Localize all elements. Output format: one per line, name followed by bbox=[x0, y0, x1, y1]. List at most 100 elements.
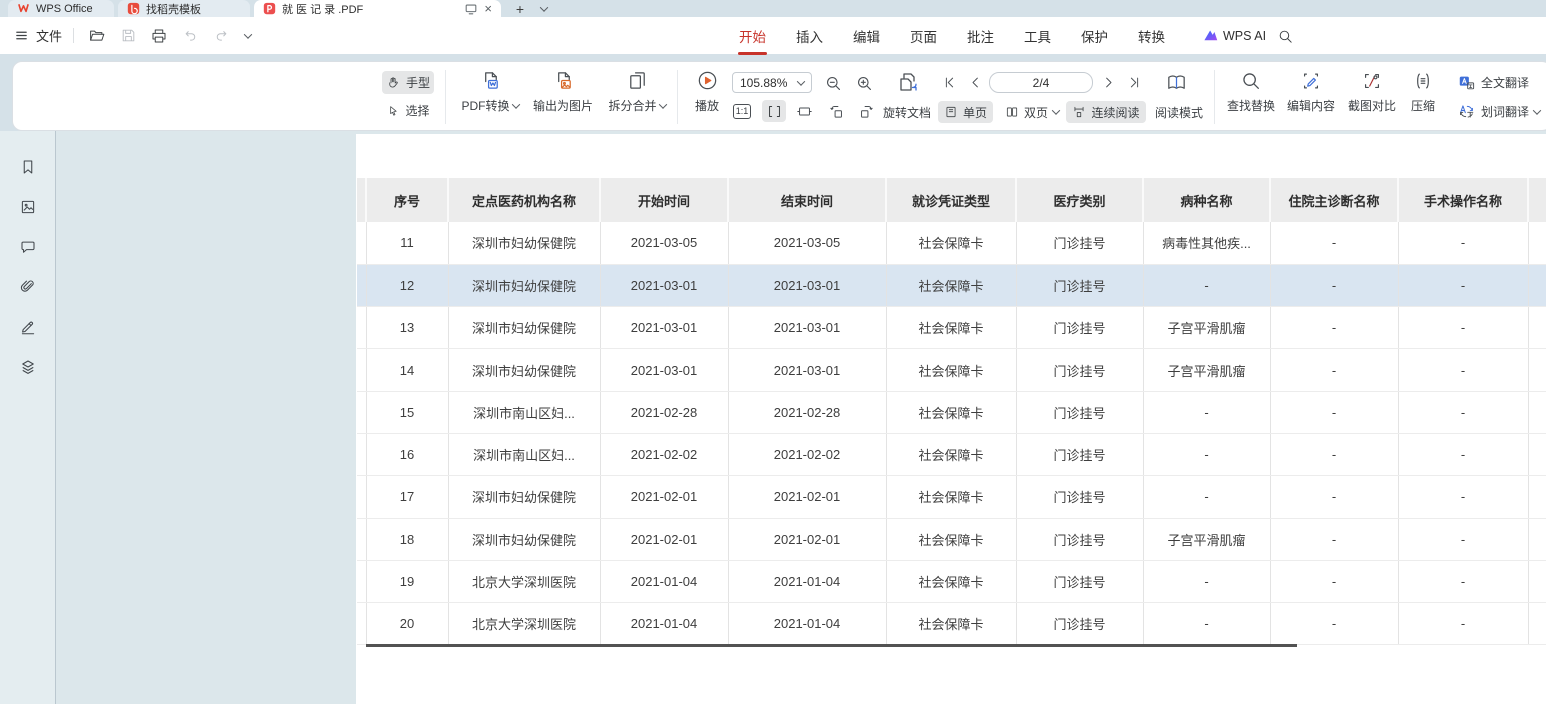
wps-logo-icon bbox=[17, 2, 30, 15]
read-mode-icon-button[interactable] bbox=[1163, 69, 1189, 95]
continuous-reading-button[interactable]: 连续阅读 bbox=[1066, 101, 1146, 123]
table-header-cell: 结束时间 bbox=[728, 178, 886, 222]
find-replace-button[interactable]: 查找替换 bbox=[1219, 70, 1283, 114]
table-cell: 2021-03-01 bbox=[600, 307, 728, 349]
zoom-out-button[interactable] bbox=[820, 71, 846, 95]
table-cell: 门诊挂号 bbox=[1016, 349, 1143, 391]
rotate-document-button[interactable] bbox=[895, 69, 921, 95]
table-bottom-border bbox=[366, 644, 1297, 647]
split-merge-button[interactable]: 拆分合并 bbox=[602, 69, 672, 114]
open-book-icon bbox=[1165, 71, 1188, 94]
double-page-label: 双页 bbox=[1024, 104, 1048, 121]
table-cell: 2021-03-05 bbox=[728, 222, 886, 264]
double-page-button[interactable]: 双页 bbox=[1001, 101, 1063, 123]
redo-icon bbox=[213, 27, 230, 44]
monitor-icon[interactable] bbox=[464, 2, 478, 16]
save-button[interactable] bbox=[116, 24, 140, 48]
tab-list-chevron-icon[interactable] bbox=[534, 0, 554, 17]
undo-button[interactable] bbox=[178, 24, 202, 48]
menu-item-convert[interactable]: 转换 bbox=[1138, 26, 1165, 46]
rotate-document-label[interactable]: 旋转文档 bbox=[877, 102, 937, 122]
last-page-button[interactable] bbox=[1124, 72, 1144, 92]
tab-pdf-document[interactable]: 就 医 记 录 .PDF × bbox=[254, 0, 501, 17]
left-panel-strip bbox=[0, 131, 56, 704]
word-translate-button[interactable]: 划词翻译 bbox=[1457, 102, 1540, 121]
hamburger-icon[interactable] bbox=[14, 28, 29, 43]
table-cell: - bbox=[1398, 476, 1528, 518]
menu-item-annotate[interactable]: 批注 bbox=[967, 26, 994, 46]
tab-wps-office[interactable]: WPS Office bbox=[8, 0, 114, 17]
export-as-image-button[interactable]: 输出为图片 bbox=[527, 69, 599, 114]
find-replace-label: 查找替换 bbox=[1227, 97, 1275, 114]
tab-docer-templates[interactable]: 找稻壳模板 bbox=[118, 0, 250, 17]
menu-item-page[interactable]: 页面 bbox=[910, 26, 937, 46]
table-cell: - bbox=[1398, 433, 1528, 475]
bookmark-icon bbox=[19, 158, 37, 176]
single-page-button[interactable]: 单页 bbox=[938, 101, 993, 123]
menu-item-edit[interactable]: 编辑 bbox=[853, 26, 880, 46]
next-page-button[interactable] bbox=[1098, 72, 1118, 92]
table-row: 15深圳市南山区妇...2021-02-282021-02-28社会保障卡门诊挂… bbox=[357, 391, 1546, 433]
fit-page-button[interactable] bbox=[792, 100, 816, 122]
file-menu[interactable]: 文件 bbox=[36, 26, 62, 45]
pdf-page[interactable]: 序号定点医药机构名称开始时间结束时间就诊凭证类型医疗类别病种名称住院主诊断名称手… bbox=[356, 134, 1546, 704]
table-cell: - bbox=[1270, 433, 1398, 475]
row-right-spacer bbox=[1528, 391, 1546, 433]
menu-item-home[interactable]: 开始 bbox=[739, 26, 766, 46]
row-left-spacer bbox=[357, 433, 366, 475]
wps-ai-button[interactable]: WPS AI bbox=[1203, 17, 1266, 54]
table-cell: 门诊挂号 bbox=[1016, 222, 1143, 264]
signature-panel-button[interactable] bbox=[18, 317, 38, 337]
rotate-right-button[interactable] bbox=[854, 100, 878, 122]
play-button[interactable]: 播放 bbox=[684, 69, 730, 114]
table-cell: 2021-02-01 bbox=[728, 476, 886, 518]
new-tab-button[interactable]: + bbox=[510, 0, 530, 17]
document-workspace: 序号定点医药机构名称开始时间结束时间就诊凭证类型医疗类别病种名称住院主诊断名称手… bbox=[0, 131, 1546, 704]
fit-width-button[interactable] bbox=[762, 100, 786, 122]
previous-page-button[interactable] bbox=[965, 72, 985, 92]
global-search-button[interactable] bbox=[1274, 25, 1296, 47]
window-tab-bar: WPS Office 找稻壳模板 就 医 记 录 .PDF × + bbox=[0, 0, 1546, 17]
wps-pdf-window: WPS Office 找稻壳模板 就 医 记 录 .PDF × + bbox=[0, 0, 1546, 704]
row-left-spacer bbox=[357, 476, 366, 518]
pdf-convert-button[interactable]: PDF转换 bbox=[456, 69, 524, 114]
table-cell: 子宫平滑肌瘤 bbox=[1143, 349, 1270, 391]
chevron-down-icon bbox=[1533, 106, 1541, 114]
table-row: 16深圳市南山区妇...2021-02-022021-02-02社会保障卡门诊挂… bbox=[357, 433, 1546, 475]
page-number-input[interactable]: 2/4 bbox=[989, 72, 1093, 93]
row-right-spacer bbox=[1528, 349, 1546, 391]
fulltext-translate-button[interactable]: 全文翻译 bbox=[1457, 73, 1529, 92]
layers-panel-button[interactable] bbox=[18, 357, 38, 377]
edit-content-button[interactable]: 编辑内容 bbox=[1279, 70, 1343, 114]
menu-item-tools[interactable]: 工具 bbox=[1024, 26, 1051, 46]
table-cell: - bbox=[1398, 560, 1528, 602]
menu-item-insert[interactable]: 插入 bbox=[796, 26, 823, 46]
thumbnails-panel-button[interactable] bbox=[18, 197, 38, 217]
print-button[interactable] bbox=[147, 24, 171, 48]
wps-ai-logo-icon bbox=[1203, 28, 1218, 43]
compress-label: 压缩 bbox=[1411, 97, 1435, 114]
table-cell: 13 bbox=[366, 307, 448, 349]
comments-panel-button[interactable] bbox=[18, 237, 38, 257]
close-tab-icon[interactable]: × bbox=[484, 2, 492, 15]
redo-button[interactable] bbox=[209, 24, 233, 48]
attachments-panel-button[interactable] bbox=[18, 277, 38, 297]
menu-item-protect[interactable]: 保护 bbox=[1081, 26, 1108, 46]
select-tool-button[interactable]: 选择 bbox=[382, 99, 434, 122]
zoom-level-combo[interactable]: 105.88% bbox=[732, 72, 812, 93]
export-image-icon bbox=[552, 69, 575, 92]
save-icon bbox=[120, 27, 137, 44]
table-header-row: 序号定点医药机构名称开始时间结束时间就诊凭证类型医疗类别病种名称住院主诊断名称手… bbox=[357, 178, 1546, 222]
zoom-in-button[interactable] bbox=[851, 71, 877, 95]
more-history-chevron-icon[interactable] bbox=[240, 24, 256, 48]
first-page-button[interactable] bbox=[939, 72, 959, 92]
open-file-button[interactable] bbox=[85, 24, 109, 48]
divider bbox=[73, 28, 74, 43]
rotate-left-button[interactable] bbox=[824, 100, 848, 122]
compress-button[interactable]: 压缩 bbox=[1395, 70, 1451, 114]
signature-icon bbox=[19, 318, 37, 336]
bookmarks-panel-button[interactable] bbox=[18, 157, 38, 177]
hand-tool-button[interactable]: 手型 bbox=[382, 71, 434, 94]
read-mode-button[interactable]: 阅读模式 bbox=[1151, 101, 1207, 123]
actual-size-button[interactable]: 1:1 bbox=[730, 100, 754, 122]
